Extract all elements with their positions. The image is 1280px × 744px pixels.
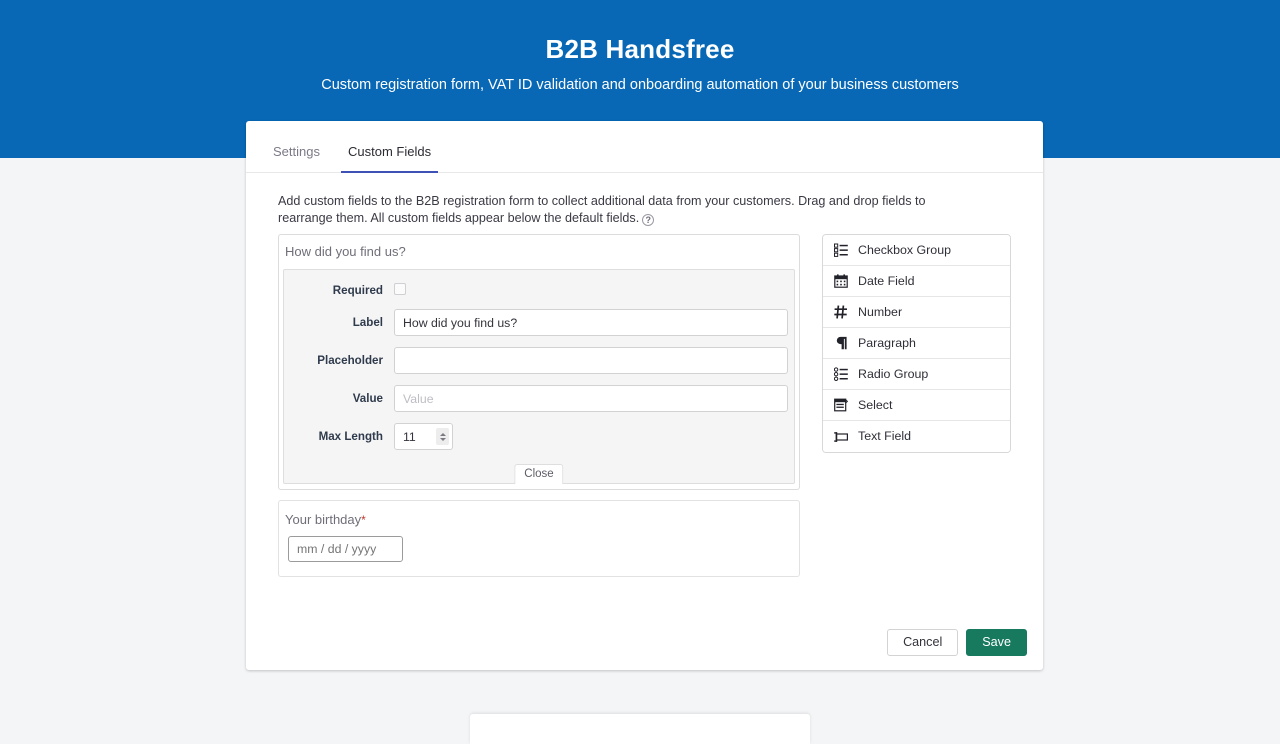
field-editor-panel: Required Label Placeholder Value — [283, 269, 795, 484]
calendar-icon — [834, 274, 848, 288]
tab-custom-fields[interactable]: Custom Fields — [345, 144, 434, 172]
max-length-stepper[interactable]: 11 — [394, 423, 453, 450]
palette-item-label: Paragraph — [858, 336, 916, 351]
palette-item-number[interactable]: Number — [823, 297, 1010, 328]
field-type-palette: Checkbox Group — [822, 234, 1011, 453]
stepper-arrows-icon[interactable] — [436, 428, 449, 445]
text-field-icon — [834, 430, 848, 444]
custom-field-card[interactable]: How did you find us? Required Label Plac… — [278, 234, 800, 490]
palette-item-radio-group[interactable]: Radio Group — [823, 359, 1010, 390]
editor-row-required: Required — [290, 284, 788, 298]
palette-item-label: Date Field — [858, 274, 914, 289]
label-label: Label — [290, 316, 394, 330]
main-card: Settings Custom Fields Add custom fields… — [246, 121, 1043, 670]
card-footer: Cancel Save — [887, 629, 1027, 656]
editor-row-label: Label — [290, 309, 788, 336]
placeholder-input[interactable] — [394, 347, 788, 374]
pilcrow-icon — [834, 336, 848, 350]
label-input[interactable] — [394, 309, 788, 336]
editor-row-value: Value — [290, 385, 788, 412]
palette-item-paragraph[interactable]: Paragraph — [823, 328, 1010, 359]
custom-field-title: How did you find us? — [283, 244, 795, 269]
palette-item-checkbox-group[interactable]: Checkbox Group — [823, 235, 1010, 266]
max-length-value: 11 — [403, 430, 436, 444]
form-builder: How did you find us? Required Label Plac… — [278, 234, 1011, 577]
palette-item-select[interactable]: Select — [823, 390, 1010, 421]
stepper-down-icon[interactable] — [440, 438, 446, 441]
editor-row-max-length: Max Length 11 — [290, 423, 788, 450]
birthday-label-text: Your birthday — [285, 512, 361, 527]
hash-icon — [834, 305, 848, 319]
tab-bar: Settings Custom Fields — [246, 121, 1043, 173]
app-subtitle: Custom registration form, VAT ID validat… — [0, 65, 1280, 95]
cancel-button[interactable]: Cancel — [887, 629, 958, 656]
max-length-label: Max Length — [290, 430, 394, 444]
form-stage: How did you find us? Required Label Plac… — [278, 234, 800, 577]
checkbox-group-icon — [834, 243, 848, 257]
palette-item-label: Text Field — [858, 429, 911, 444]
tab-settings[interactable]: Settings — [270, 144, 323, 172]
app-title: B2B Handsfree — [0, 0, 1280, 65]
palette-item-date-field[interactable]: Date Field — [823, 266, 1010, 297]
birthday-field-card[interactable]: Your birthday* — [278, 500, 800, 577]
editor-row-placeholder: Placeholder — [290, 347, 788, 374]
required-checkbox[interactable] — [394, 283, 406, 295]
save-button[interactable]: Save — [966, 629, 1027, 656]
required-asterisk: * — [361, 513, 366, 527]
palette-item-label: Checkbox Group — [858, 243, 951, 258]
placeholder-label: Placeholder — [290, 354, 394, 368]
palette-item-text-field[interactable]: Text Field — [823, 421, 1010, 452]
palette-item-label: Number — [858, 305, 902, 320]
section-description: Add custom fields to the B2B registratio… — [246, 173, 1006, 227]
stepper-up-icon[interactable] — [440, 433, 446, 436]
palette-item-label: Radio Group — [858, 367, 928, 382]
radio-group-icon — [834, 367, 848, 381]
next-section-card-peek — [470, 714, 810, 744]
birthday-date-input[interactable] — [288, 536, 403, 562]
required-label: Required — [290, 284, 394, 298]
section-description-text: Add custom fields to the B2B registratio… — [278, 194, 926, 225]
question-circle-icon[interactable]: ? — [642, 214, 654, 226]
palette-item-label: Select — [858, 398, 892, 413]
birthday-field-label: Your birthday* — [283, 512, 795, 536]
select-icon — [834, 398, 848, 412]
close-editor-button[interactable]: Close — [514, 464, 563, 484]
value-input[interactable] — [394, 385, 788, 412]
value-label: Value — [290, 392, 394, 406]
